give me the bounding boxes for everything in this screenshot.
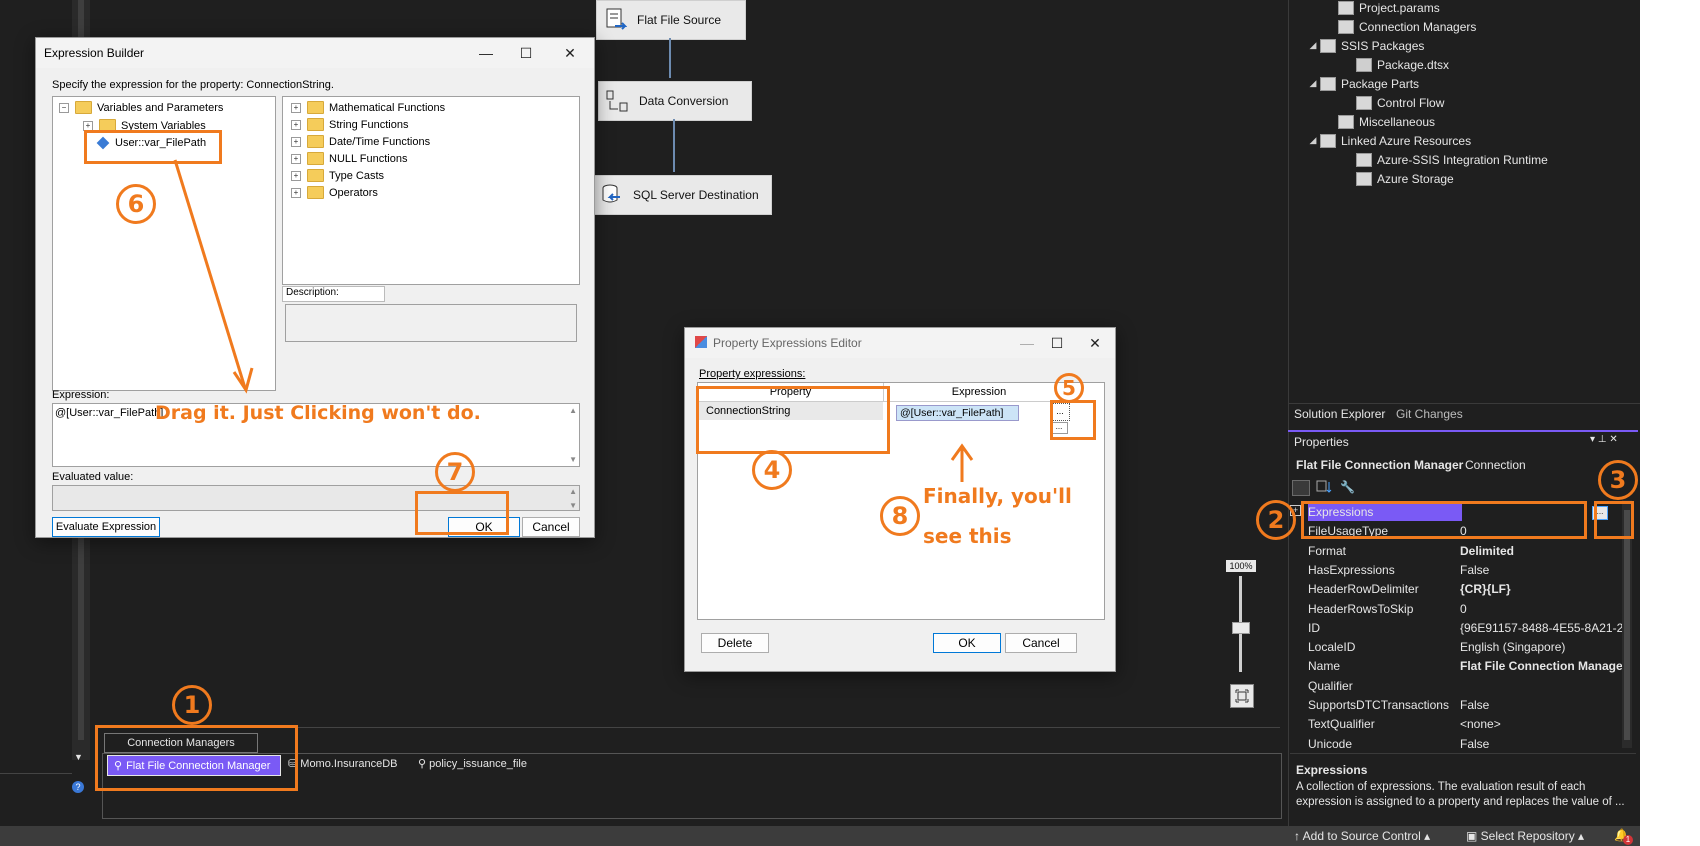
- annotation-arrows: [173, 159, 974, 482]
- annotation-arrow-drag: [173, 159, 247, 389]
